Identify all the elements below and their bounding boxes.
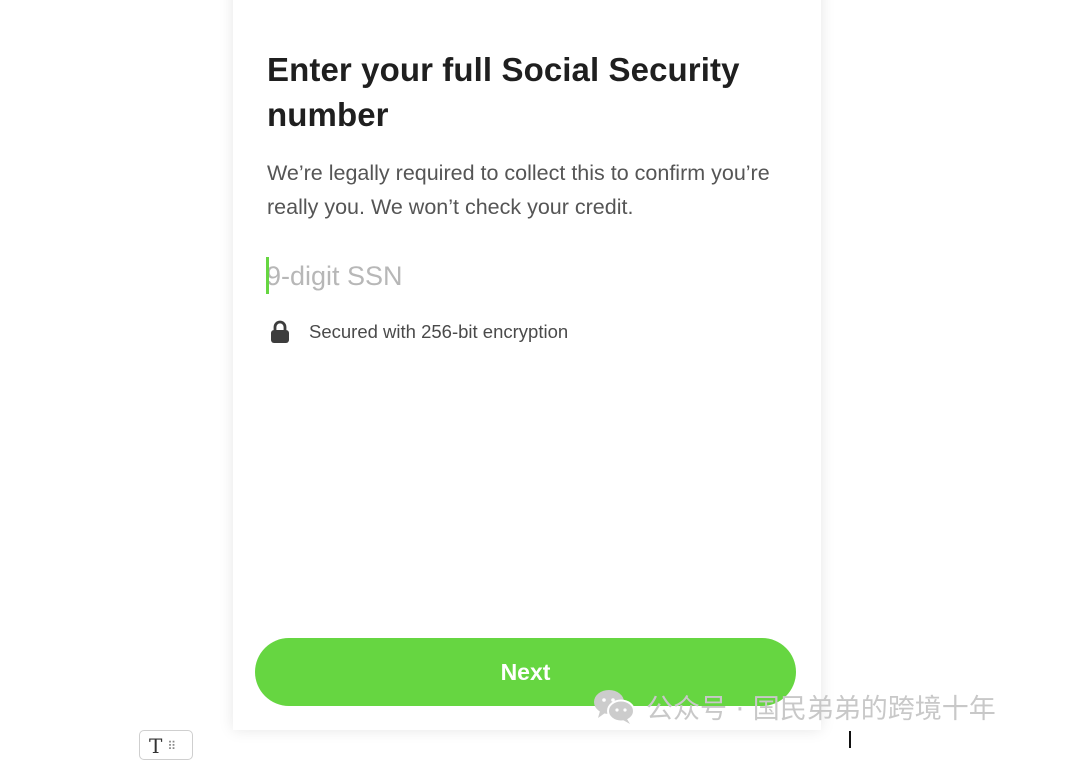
- lock-icon: [271, 320, 289, 343]
- document-text-cursor: [849, 731, 851, 748]
- text-tool-button[interactable]: T ⠿: [139, 730, 193, 760]
- security-note: Secured with 256-bit encryption: [270, 318, 568, 346]
- ssn-input[interactable]: [266, 256, 786, 296]
- wechat-icon: [594, 690, 635, 724]
- security-note-text: Secured with 256-bit encryption: [309, 321, 569, 342]
- watermark-text: 公众号 · 国民弟弟的跨境十年: [646, 693, 996, 725]
- text-caret: [266, 257, 269, 294]
- ssn-field[interactable]: [266, 256, 786, 296]
- page-title: Enter your full Social Security number: [267, 51, 740, 133]
- ssn-form-card: Enter your full Social Security number W…: [233, 0, 821, 730]
- text-tool-label: T: [149, 734, 163, 758]
- page-description: We’re legally required to collect this t…: [267, 161, 770, 219]
- watermark: 公众号 · 国民弟弟的跨境十年: [592, 684, 996, 728]
- drag-handle-icon[interactable]: ⠿: [167, 739, 176, 753]
